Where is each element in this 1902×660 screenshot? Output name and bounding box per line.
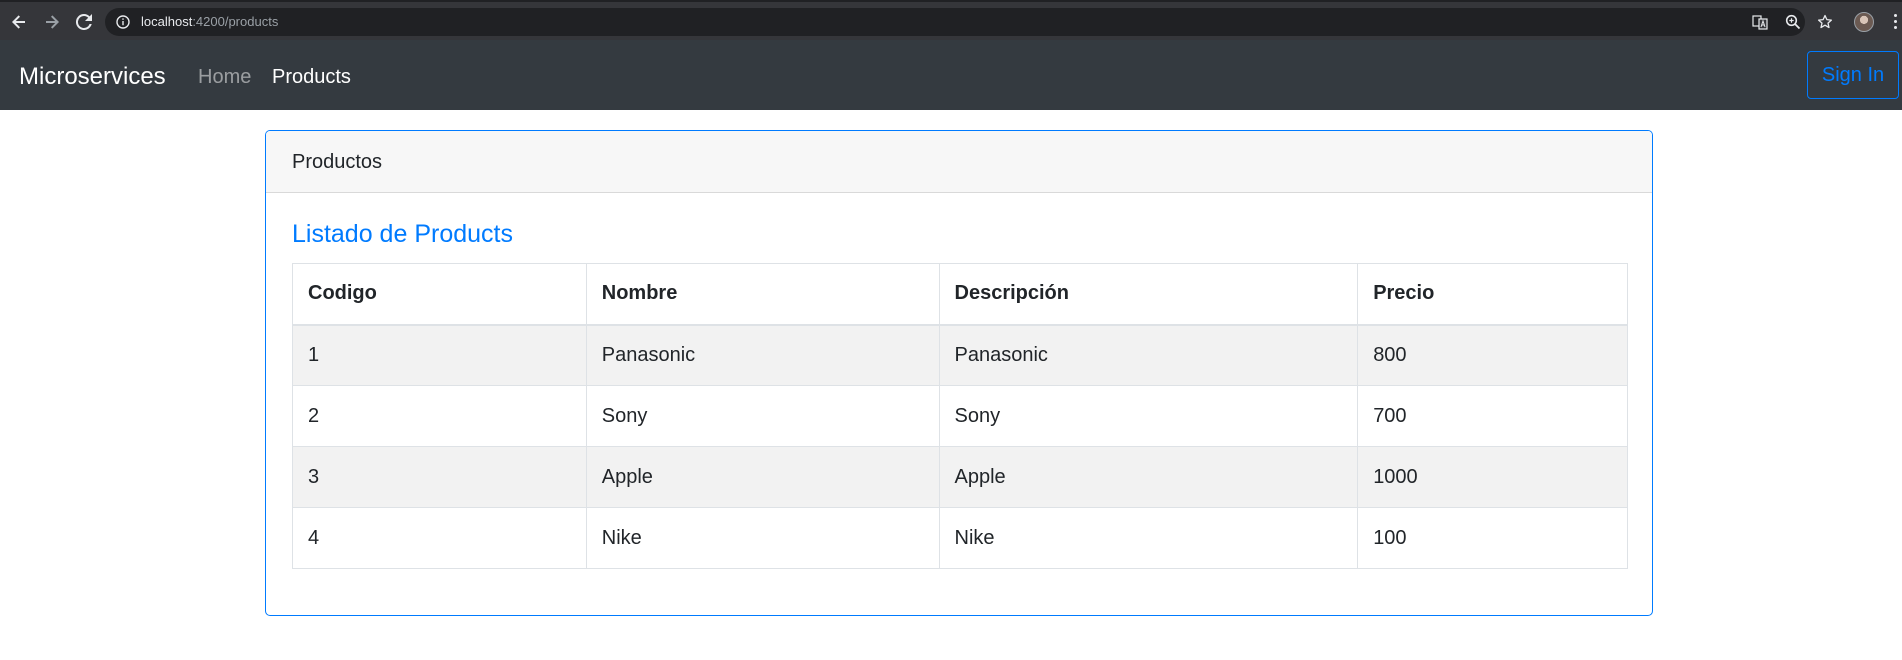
table-row: 2 Sony Sony 700 — [292, 385, 1628, 447]
cell-codigo: 1 — [292, 324, 587, 386]
url-text: localhost:4200/products — [141, 14, 278, 30]
zoom-icon[interactable] — [1783, 12, 1803, 32]
cell-precio: 800 — [1357, 324, 1628, 386]
app-navbar: Microservices Home Products Sign In — [0, 40, 1902, 110]
cell-precio: 100 — [1357, 507, 1628, 569]
table-header-row: Codigo Nombre Descripción Precio — [292, 263, 1628, 326]
forward-arrow-icon[interactable] — [40, 10, 64, 34]
column-header-nombre: Nombre — [585, 263, 940, 326]
products-table: Codigo Nombre Descripción Precio 1 Panas… — [292, 263, 1628, 569]
reload-icon[interactable] — [72, 10, 96, 34]
card-header: Productos — [266, 131, 1652, 193]
url-path: :4200/products — [192, 14, 279, 29]
profile-avatar[interactable] — [1854, 12, 1874, 32]
cell-precio: 1000 — [1357, 446, 1628, 508]
cell-nombre: Panasonic — [585, 324, 940, 386]
browser-toolbar: localhost:4200/products — [0, 0, 1902, 40]
nav-link-products[interactable]: Products — [272, 64, 351, 90]
cell-nombre: Sony — [585, 385, 940, 447]
cell-precio: 700 — [1357, 385, 1628, 447]
translate-icon[interactable] — [1750, 12, 1770, 32]
cell-codigo: 4 — [292, 507, 587, 569]
card-title: Listado de Products — [292, 220, 513, 248]
table-row: 1 Panasonic Panasonic 800 — [292, 324, 1628, 386]
navbar-brand[interactable]: Microservices — [19, 62, 166, 92]
back-arrow-icon[interactable] — [7, 10, 31, 34]
table-row: 3 Apple Apple 1000 — [292, 446, 1628, 508]
cell-descripcion: Sony — [938, 385, 1359, 447]
table-row: 4 Nike Nike 100 — [292, 507, 1628, 569]
column-header-codigo: Codigo — [292, 263, 587, 326]
browser-menu-icon[interactable] — [1894, 14, 1898, 30]
cell-descripcion: Panasonic — [938, 324, 1359, 386]
address-bar[interactable]: localhost:4200/products — [105, 8, 1805, 36]
cell-codigo: 3 — [292, 446, 587, 508]
nav-link-home[interactable]: Home — [198, 64, 251, 90]
column-header-precio: Precio — [1357, 263, 1628, 326]
cell-descripcion: Apple — [938, 446, 1359, 508]
products-card: Productos Listado de Products Codigo Nom… — [265, 130, 1653, 616]
cell-descripcion: Nike — [938, 507, 1359, 569]
cell-nombre: Apple — [585, 446, 940, 508]
bookmark-star-icon[interactable] — [1815, 12, 1835, 32]
cell-codigo: 2 — [292, 385, 587, 447]
column-header-descripcion: Descripción — [938, 263, 1359, 326]
url-host: localhost — [141, 14, 193, 29]
cell-nombre: Nike — [585, 507, 940, 569]
sign-in-button[interactable]: Sign In — [1807, 51, 1899, 99]
info-icon[interactable] — [116, 15, 130, 34]
